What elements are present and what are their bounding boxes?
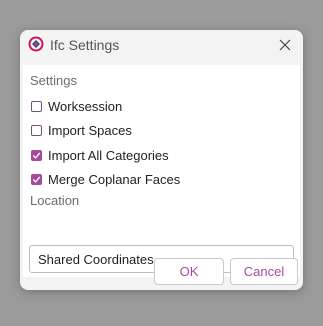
checkbox-box: [31, 124, 42, 136]
checkbox-box-checked: [31, 173, 42, 185]
settings-section-label: Settings: [30, 73, 77, 88]
ok-button[interactable]: OK: [154, 258, 224, 285]
close-button[interactable]: [273, 33, 297, 57]
import-all-categories-checkbox[interactable]: Import All Categories: [31, 146, 169, 164]
cancel-button[interactable]: Cancel: [230, 258, 298, 285]
settings-panel: Settings Worksession Import Spaces Impor…: [23, 65, 300, 277]
title-bar: Ifc Settings: [20, 30, 303, 60]
checkbox-label: Import All Categories: [48, 147, 169, 163]
checkmark-icon: [32, 175, 41, 183]
checkmark-icon: [32, 151, 41, 159]
checkbox-box: [31, 100, 42, 112]
close-icon: [279, 39, 291, 51]
ifc-settings-dialog: Ifc Settings Settings Worksession Import…: [20, 30, 303, 290]
worksession-checkbox[interactable]: Worksession: [31, 97, 122, 115]
import-spaces-checkbox[interactable]: Import Spaces: [31, 121, 132, 139]
location-section-label: Location: [30, 193, 80, 208]
checkbox-box-checked: [31, 149, 42, 161]
location-selected-value: Shared Coordinates: [38, 252, 154, 267]
app-logo-icon: [28, 36, 44, 52]
window-title: Ifc Settings: [50, 37, 120, 53]
checkbox-label: Import Spaces: [48, 122, 132, 138]
checkbox-label: Merge Coplanar Faces: [48, 171, 181, 187]
checkbox-label: Worksession: [48, 98, 123, 114]
merge-coplanar-faces-checkbox[interactable]: Merge Coplanar Faces: [31, 170, 180, 188]
